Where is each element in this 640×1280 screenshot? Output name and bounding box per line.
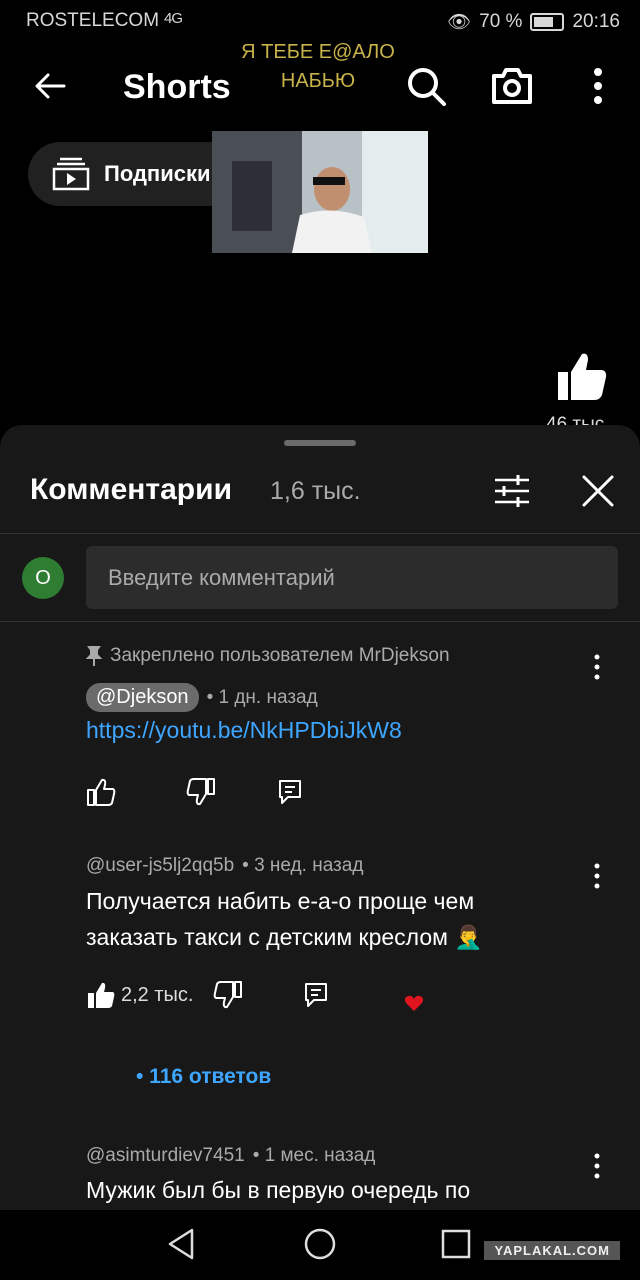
comment-author[interactable]: @Djekson (86, 683, 199, 712)
comments-count: 1,6 тыс. (270, 477, 361, 505)
thumbs-down-icon[interactable] (186, 777, 216, 807)
comment-time: • 1 дн. назад (206, 686, 318, 708)
camera-icon[interactable] (490, 64, 534, 108)
subscriptions-icon (52, 157, 90, 191)
overlay-line-2: НАБЬЮ (280, 70, 356, 92)
comment-input[interactable] (86, 546, 618, 609)
comment-menu-icon[interactable] (585, 1151, 609, 1181)
comment-meta: @user-js5lj2qq5b • 3 нед. назад (86, 855, 363, 877)
creator-heart-icon (404, 995, 424, 1011)
thumbs-up-filled-icon[interactable] (86, 980, 116, 1010)
view-replies-button[interactable]: • 116 ответов (136, 1065, 271, 1089)
status-right: 👁 70 % 20:16 (447, 10, 620, 34)
nav-recents-icon[interactable] (438, 1226, 474, 1262)
comment-text: Получается набить е-а-о проще чем заказа… (86, 883, 566, 955)
more-vert-icon[interactable] (576, 64, 620, 108)
thumbs-up-icon[interactable] (86, 777, 116, 807)
pinned-text: Закреплено пользователем MrDjekson (110, 645, 450, 666)
page-title: Shorts (123, 68, 231, 106)
signal-indicator: 4G (164, 10, 183, 27)
nav-back-icon[interactable] (164, 1226, 200, 1262)
comment-text-line: Мужик был бы в первую очередь по (86, 1177, 471, 1203)
comment-text: Мужик был бы в первую очередь по (86, 1172, 566, 1208)
comment-text-line: Получается набить е-а-о проще чем (86, 888, 475, 914)
comment-author[interactable]: @user-js5lj2qq5b (86, 855, 234, 877)
watermark: YAPLAKAL.COM (484, 1241, 620, 1260)
video-thumbnail[interactable] (212, 131, 428, 253)
divider (0, 533, 640, 534)
comment-like-count: 2,2 тыс. (121, 984, 194, 1006)
comments-title: Комментарии (30, 473, 233, 506)
comments-sheet: Комментарии 1,6 тыс. О Закреплено пользо… (0, 425, 640, 1280)
clock: 20:16 (572, 11, 620, 32)
carrier-name: ROSTELECOM (26, 10, 160, 31)
eye-comfort-icon: 👁 (447, 12, 472, 33)
sort-filter-icon[interactable] (492, 473, 532, 509)
comment-menu-icon[interactable] (585, 861, 609, 891)
overlay-line-1: Я ТЕБЕ Е@АЛО (241, 41, 395, 63)
drag-handle[interactable] (284, 440, 356, 446)
subscriptions-label: Подписки (104, 161, 211, 186)
thumbs-down-icon[interactable] (213, 980, 243, 1010)
battery-percent: 70 % (479, 11, 523, 32)
avatar[interactable]: О (22, 557, 64, 599)
reply-icon[interactable] (302, 980, 332, 1010)
comment-meta: @Djekson • 1 дн. назад (86, 683, 318, 712)
comment-time: • 3 нед. назад (242, 855, 364, 876)
pin-icon (86, 646, 102, 666)
comment-menu-icon[interactable] (585, 652, 609, 682)
comment-meta: @asimturdiev7451 • 1 мес. назад (86, 1145, 375, 1167)
nav-home-icon[interactable] (302, 1226, 338, 1262)
search-icon[interactable] (404, 64, 448, 108)
comment-link[interactable]: https://youtu.be/NkHPDbiJkW8 (86, 717, 402, 744)
reply-icon[interactable] (276, 777, 306, 807)
battery-icon (530, 13, 565, 31)
pinned-label: Закреплено пользователем MrDjekson (86, 645, 450, 667)
close-icon[interactable] (578, 471, 618, 511)
comment-time: • 1 мес. назад (252, 1145, 376, 1166)
like-icon[interactable] (556, 350, 608, 402)
video-overlay-caption: Я ТЕБЕ Е@АЛО НАБЬЮ (234, 38, 402, 96)
comment-author[interactable]: @asimturdiev7451 (86, 1145, 245, 1167)
divider (0, 621, 640, 622)
system-nav-bar: YAPLAKAL.COM (0, 1210, 640, 1280)
back-arrow-icon[interactable] (30, 66, 70, 106)
comment-text-line: заказать такси с детским креслом 🤦‍♂️ (86, 924, 483, 950)
